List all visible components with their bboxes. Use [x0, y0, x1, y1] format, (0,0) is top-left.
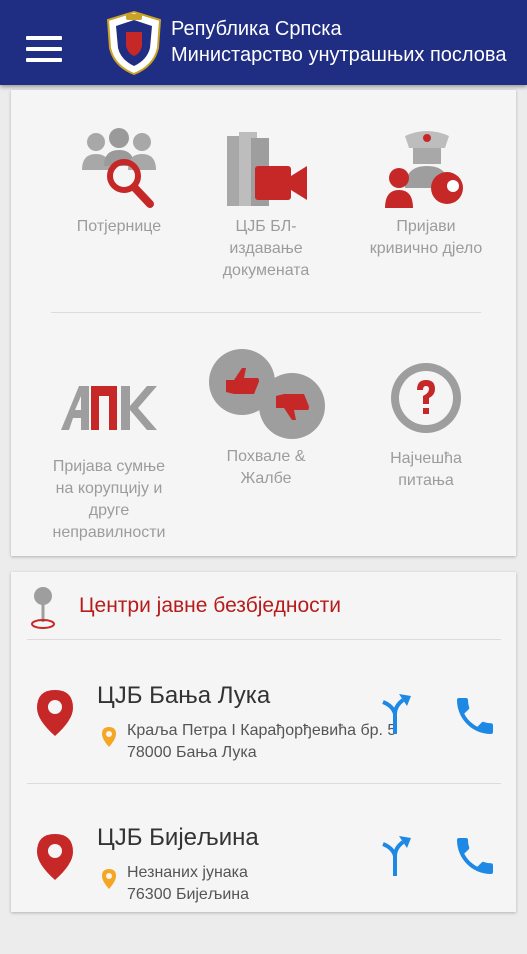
station-address-line1: Краља Петра I Карађорђевића бр. 5 — [127, 722, 397, 739]
security-centers-card: Центри јавне безбједности ЦЈБ Бања Лука … — [11, 572, 516, 912]
phone-icon[interactable] — [451, 832, 499, 880]
question-icon — [391, 363, 461, 433]
services-grid-card: Потјернице ЦЈБ БЛ- издавање докумената П… — [11, 90, 516, 556]
tile-label-line: Пријава сумње — [52, 458, 166, 475]
tile-label-line: питања — [398, 472, 454, 489]
section-divider — [27, 639, 501, 640]
documents-video-icon — [227, 132, 307, 206]
map-marker-icon — [31, 587, 55, 629]
apk-logo-icon — [61, 386, 157, 430]
tile-label-line: Најчешћа — [390, 450, 462, 467]
tile-label-line: кривично дјело — [369, 240, 483, 257]
grid-divider — [51, 312, 481, 313]
tile-label-line: Похвале & — [226, 448, 306, 465]
tile-label-line: докумената — [222, 262, 310, 279]
phone-icon[interactable] — [451, 692, 499, 740]
tile-label-line: Жалбе — [240, 470, 292, 487]
tile-label-line: неправилности — [52, 524, 166, 541]
tile-praise-complaints[interactable]: Похвале & Жалбе — [186, 346, 346, 490]
address-pin-icon — [102, 727, 116, 747]
tile-report-crime[interactable]: Пријави кривично дјело — [341, 126, 511, 260]
station-item[interactable]: ЦЈБ Бања Лука Краља Петра I Карађорђевић… — [11, 682, 516, 812]
station-address-line2: 78000 Бања Лука — [127, 744, 257, 761]
centers-title: Центри јавне безбједности — [79, 594, 341, 617]
tile-label-line: издавање — [229, 240, 303, 257]
station-name: ЦЈБ Бијељина — [97, 824, 259, 851]
thumbs-icon — [209, 349, 325, 439]
tile-faq[interactable]: Најчешћа питања — [346, 360, 506, 492]
tile-label-line: друге — [88, 502, 130, 519]
ministry-crest-icon — [106, 10, 162, 76]
station-address-line2: 76300 Бијељина — [127, 886, 249, 903]
station-name: ЦЈБ Бања Лука — [97, 682, 271, 709]
address-pin-icon — [102, 869, 116, 889]
location-pin-icon — [37, 690, 73, 736]
tile-label-line: Потјернице — [76, 218, 162, 235]
app-title-line1: Република Српска — [171, 18, 342, 40]
report-crime-icon — [385, 131, 463, 208]
tile-documents[interactable]: ЦЈБ БЛ- издавање докумената — [186, 130, 346, 282]
menu-icon[interactable] — [26, 36, 62, 62]
tile-corruption[interactable]: Пријава сумње на корупцију и друге непра… — [29, 382, 189, 544]
directions-icon[interactable] — [373, 834, 413, 878]
station-divider — [27, 783, 501, 784]
location-pin-icon — [37, 834, 73, 880]
app-header: Република Српска Министарство унутрашњих… — [0, 0, 527, 85]
tile-wanted[interactable]: Потјернице — [39, 126, 199, 238]
tile-label-line: ЦЈБ БЛ- — [235, 218, 297, 235]
app-title-line2: Министарство унутрашњих послова — [171, 44, 507, 66]
directions-icon[interactable] — [373, 692, 413, 736]
wanted-search-icon — [82, 128, 156, 208]
centers-header: Центри јавне безбједности — [11, 572, 516, 640]
tile-label-line: на корупцију и — [55, 480, 163, 497]
tile-label-line: Пријави — [396, 218, 456, 235]
station-address-line1: Незнаних јунака — [127, 864, 248, 881]
station-item[interactable]: ЦЈБ Бијељина Незнаних јунака 76300 Бијељ… — [11, 824, 516, 954]
